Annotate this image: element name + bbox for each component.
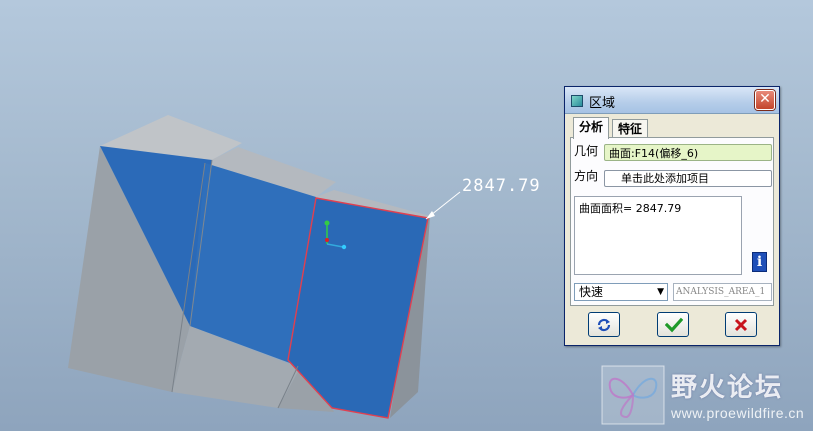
dimension-arrowhead (426, 211, 435, 219)
repeat-icon (597, 318, 611, 332)
direction-collector[interactable]: 单击此处添加项目 (604, 170, 772, 187)
tab-analysis[interactable]: 分析 (573, 117, 610, 139)
mode-select[interactable]: 快速 ▼ (574, 283, 668, 301)
x-icon (734, 318, 748, 332)
result-text-area[interactable]: 曲面面积= 2847.79 (574, 196, 742, 275)
geometry-label: 几何 (574, 144, 599, 158)
window-icon (571, 95, 583, 107)
close-icon: ✕ (759, 91, 771, 107)
dimension-label[interactable]: 2847.79 (462, 176, 541, 196)
dialog-titlebar[interactable]: 区域 ✕ (565, 87, 779, 114)
checkmark-icon (665, 317, 683, 333)
watermark-url: www.proewildfire.cn (671, 405, 805, 421)
info-icon[interactable]: i (752, 252, 767, 272)
repeat-button[interactable] (588, 312, 620, 337)
chevron-down-icon: ▼ (657, 287, 664, 297)
watermark-title: 野火论坛 (671, 373, 784, 403)
direction-label: 方向 (574, 169, 599, 183)
mode-select-value: 快速 (579, 285, 604, 299)
tab-feature[interactable]: 特征 (612, 119, 649, 138)
forum-watermark: 野火论坛 www.proewildfire.cn (601, 365, 809, 427)
analysis-tab-panel: 几何 曲面:F14(偏移_6) 方向 单击此处添加项目 曲面面积= 2847.7… (570, 137, 774, 306)
result-text: 曲面面积= 2847.79 (579, 202, 682, 215)
cancel-button[interactable] (725, 312, 757, 337)
close-button[interactable]: ✕ (755, 90, 775, 110)
geometry-collector[interactable]: 曲面:F14(偏移_6) (604, 144, 772, 161)
area-analysis-dialog: 区域 ✕ 分析 特征 几何 曲面:F14(偏移_6) 方向 单击此处添加项目 曲… (564, 86, 780, 346)
ok-button[interactable] (657, 312, 689, 337)
dialog-title: 区域 (589, 96, 616, 111)
analysis-name-field[interactable]: ANALYSIS_AREA_1 (673, 283, 772, 301)
butterfly-logo-icon (601, 365, 665, 425)
